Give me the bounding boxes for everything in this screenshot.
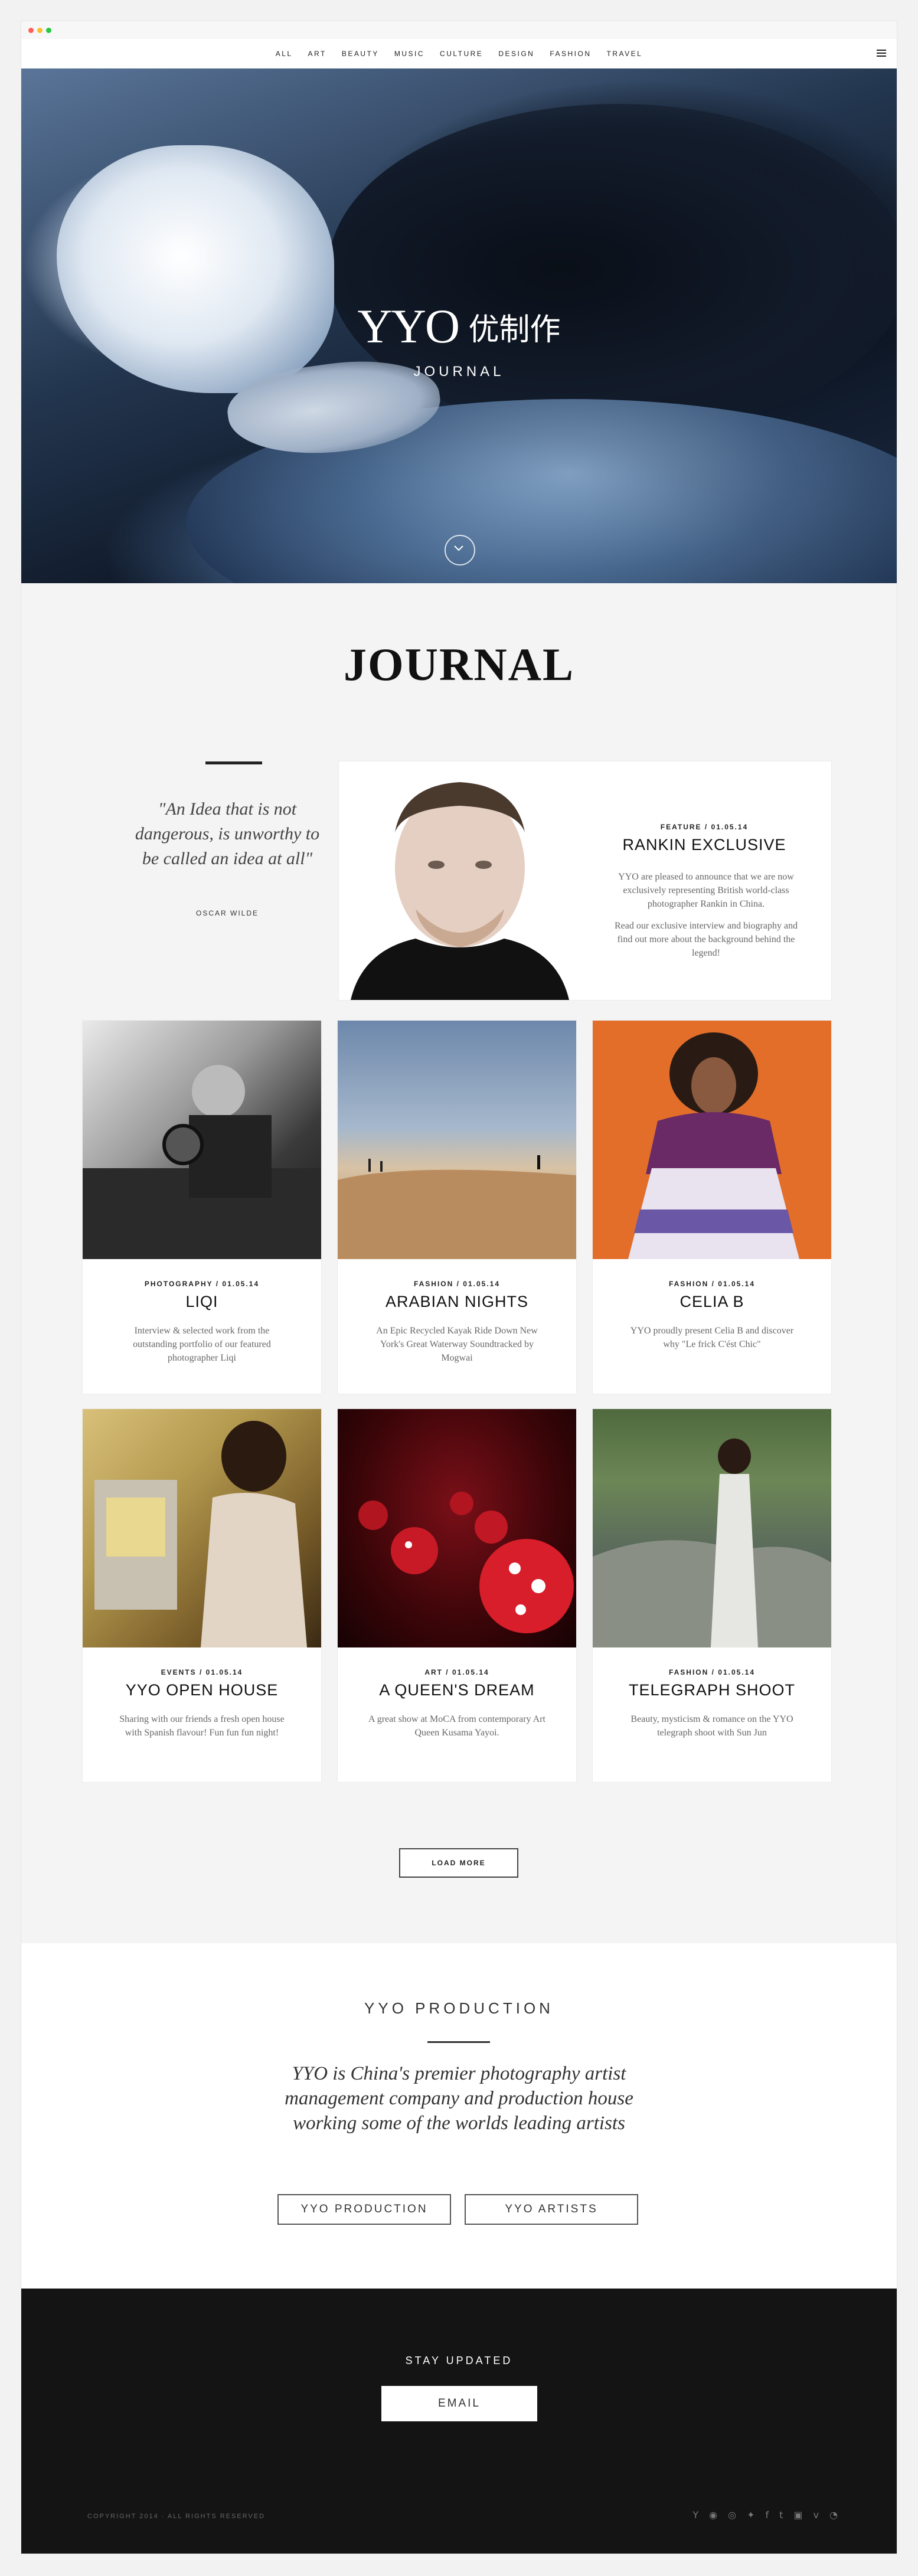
card-meta: PHOTOGRAPHY / 01.05.14 [144,1280,260,1288]
card-image [83,1021,321,1259]
footer: STAY UPDATED EMAIL COPYRIGHT 2014 · ALL … [21,2289,897,2554]
browser-window: ALL ART BEAUTY MUSIC CULTURE DESIGN FASH… [21,21,897,2554]
card-meta: EVENTS / 01.05.14 [161,1668,243,1676]
featured-meta: FEATURE / 01.05.14 [660,823,749,831]
card-meta: FASHION / 01.05.14 [413,1280,501,1288]
card-image [593,1409,831,1647]
production-text: YYO is China's premier photography artis… [285,2063,633,2134]
quote-block: "An Idea that is not dangerous, is unwor… [130,761,325,998]
yyo-artists-button[interactable]: YYO ARTISTS [465,2194,638,2225]
scroll-down-button[interactable] [445,535,475,565]
nav-item-fashion[interactable]: FASHION [550,50,591,58]
production-section: YYO PRODUCTION YYO is China's premier ph… [21,1943,897,2289]
card-desc: YYO proudly present Celia B and discover… [630,1326,794,1349]
stay-updated-label: STAY UPDATED [405,2355,513,2366]
menu-icon[interactable] [877,50,886,58]
nav-item-culture[interactable]: CULTURE [440,50,483,58]
card-title: YYO OPEN HOUSE [125,1681,279,1699]
nav-item-travel[interactable]: TRAVEL [607,50,643,58]
card-desc: Interview & selected work from the outst… [133,1326,271,1363]
nav-item-art[interactable]: ART [308,50,326,58]
card-celia-b[interactable]: FASHION / 01.05.14 CELIA B YYO proudly p… [593,1021,831,1394]
card-desc: Sharing with our friends a fresh open ho… [119,1714,285,1738]
minimize-dot[interactable] [37,28,43,33]
card-image [338,1021,576,1259]
card-title: LIQI [185,1293,218,1310]
production-title: YYO PRODUCTION [364,1999,554,2017]
logo-chinese: 优制作 [468,312,561,348]
yyo-production-button[interactable]: YYO PRODUCTION [277,2194,451,2225]
card-image [83,1409,321,1647]
top-nav: ALL ART BEAUTY MUSIC CULTURE DESIGN FASH… [21,39,897,69]
hero-banner: YYO 优制作 JOURNAL [21,68,897,583]
card-desc: An Epic Recycled Kayak Ride Down New Yor… [376,1326,538,1363]
card-telegraph-shoot[interactable]: FASHION / 01.05.14 TELEGRAPH SHOOT Beaut… [593,1409,831,1782]
nav-item-beauty[interactable]: BEAUTY [342,50,379,58]
email-button[interactable]: EMAIL [381,2386,537,2421]
card-desc: A great show at MoCA from contemporary A… [368,1714,545,1738]
nav-item-music[interactable]: MUSIC [394,50,424,58]
card-title: TELEGRAPH SHOOT [628,1681,796,1699]
close-dot[interactable] [28,28,34,33]
logo-latin: YYO [357,299,460,353]
card-title: A QUEEN'S DREAM [379,1681,535,1699]
card-a-queens-dream[interactable]: ART / 01.05.14 A QUEEN'S DREAM A great s… [338,1409,576,1782]
card-meta: ART / 01.05.14 [424,1668,489,1676]
journal-heading: JOURNAL [343,639,574,690]
featured-card[interactable]: FEATURE / 01.05.14 RANKIN EXCLUSIVE YYO … [339,761,831,1000]
card-image [338,1409,576,1647]
featured-image [339,761,577,1000]
featured-title: RANKIN EXCLUSIVE [622,836,786,854]
quote-divider [205,761,262,764]
card-yyo-open-house[interactable]: EVENTS / 01.05.14 YYO OPEN HOUSE Sharing… [83,1409,321,1782]
chevron-down-icon [454,545,463,551]
card-meta: FASHION / 01.05.14 [668,1280,756,1288]
quote-author: OSCAR WILDE [195,909,259,917]
card-title: ARABIAN NIGHTS [385,1293,529,1310]
hero-subtitle: JOURNAL [413,364,505,380]
rss-icon[interactable]: ◔ [829,2509,838,2521]
window-chrome [21,21,897,40]
card-liqi[interactable]: PHOTOGRAPHY / 01.05.14 LIQI Interview & … [83,1021,321,1394]
card-arabian-nights[interactable]: FASHION / 01.05.14 ARABIAN NIGHTS An Epi… [338,1021,576,1394]
quote-text: "An Idea that is not dangerous, is unwor… [135,799,320,868]
tumblr-icon[interactable]: t [779,2509,783,2521]
card-meta: FASHION / 01.05.14 [668,1668,756,1676]
weibo-icon[interactable]: ◎ [728,2509,736,2521]
featured-desc-2: Read our exclusive interview and biograp… [614,921,798,958]
card-desc: Beauty, mysticism & romance on the YYO t… [630,1714,793,1738]
nav-item-design[interactable]: DESIGN [498,50,534,58]
twitter-icon[interactable]: ✦ [747,2509,754,2521]
hero-logo: YYO 优制作 [21,299,897,354]
yyo-icon[interactable]: Y [692,2509,698,2521]
production-divider [427,2041,490,2043]
load-more-button[interactable]: LOAD MORE [399,1848,518,1878]
maximize-dot[interactable] [46,28,51,33]
card-title: CELIA B [679,1293,744,1310]
vimeo-icon[interactable]: v [814,2509,819,2521]
hero-image-hair [57,145,334,393]
nav-item-all[interactable]: ALL [276,50,293,58]
facebook-icon[interactable]: f [766,2509,769,2521]
social-links: Y ◉ ◎ ✦ f t ▣ v ◔ [692,2509,838,2521]
wechat-icon[interactable]: ◉ [709,2509,717,2521]
card-image [593,1021,831,1259]
featured-desc-1: YYO are pleased to announce that we are … [618,872,794,909]
featured-desc: YYO are pleased to announce that we are … [610,870,802,960]
instagram-icon[interactable]: ▣ [793,2509,802,2521]
copyright-text: COPYRIGHT 2014 · ALL RIGHTS RESERVED [87,2513,266,2520]
